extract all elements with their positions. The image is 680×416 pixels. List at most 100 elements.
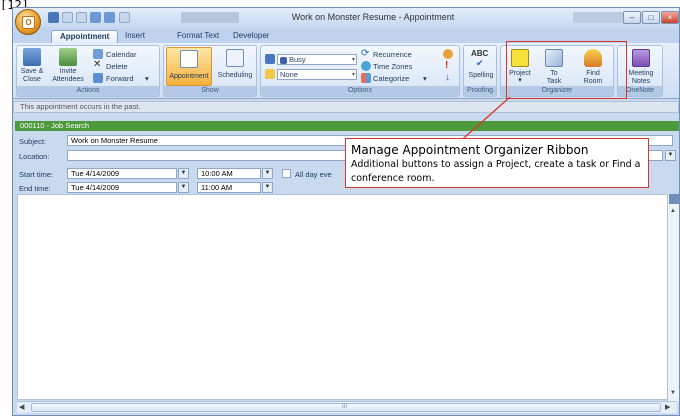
group-proofing: ABC ✔ Spelling Proofing [463, 45, 497, 97]
scheduling-button[interactable]: Scheduling [213, 47, 257, 86]
location-label: Location: [19, 152, 50, 161]
end-time-dropdown-icon[interactable]: ▼ [262, 182, 273, 193]
reminder-dropdown[interactable]: None ▾ [277, 69, 357, 80]
end-time-label: End time: [19, 184, 51, 193]
blurred-title-area [181, 12, 239, 23]
group-show: Appointment Scheduling Show [163, 45, 257, 97]
annotation-callout: Manage Appointment Organizer Ribbon Addi… [345, 138, 649, 188]
minimize-button[interactable]: – [623, 11, 641, 24]
reminder-chevron-icon: ▾ [351, 72, 355, 78]
high-importance-icon[interactable]: ! [445, 60, 448, 71]
forward-label: Forward [106, 74, 134, 83]
invite-label-2: Attendees [52, 76, 84, 83]
subject-label: Subject: [19, 137, 47, 146]
forward-button[interactable]: Forward ▾ [93, 73, 157, 84]
private-lock-icon[interactable] [443, 49, 453, 59]
busy-color-icon [280, 56, 287, 64]
group-label-actions: Actions [17, 86, 159, 96]
start-date-dropdown-icon[interactable]: ▼ [178, 168, 189, 179]
scroll-right-icon[interactable]: ▶ [665, 403, 670, 411]
notes-body[interactable] [17, 194, 673, 400]
show-as-icon [265, 54, 275, 64]
end-date-dropdown-icon[interactable]: ▼ [178, 182, 189, 193]
calendar-icon [93, 49, 103, 59]
forward-icon [93, 73, 103, 83]
appointment-icon [180, 50, 198, 68]
start-date-field[interactable]: Tue 4/14/2009 [67, 168, 177, 179]
forward-dropdown-icon: ▾ [145, 74, 149, 83]
categorize-icon [361, 73, 371, 83]
end-date-field[interactable]: Tue 4/14/2009 [67, 182, 177, 193]
scheduling-label: Scheduling [217, 72, 253, 79]
recurrence-button[interactable]: ⟳ Recurrence [361, 48, 456, 60]
close-button[interactable]: × [661, 11, 679, 24]
categorize-chevron-icon: ▾ [423, 74, 427, 83]
categorize-button[interactable]: Categorize ▾ ↓ [361, 72, 456, 84]
all-day-checkbox[interactable] [282, 169, 291, 178]
group-label-show: Show [164, 86, 256, 96]
title-bar: Work on Monster Resume - Appointment – □… [13, 8, 679, 28]
previous-item-icon[interactable] [90, 12, 101, 23]
group-label-proofing: Proofing [464, 86, 496, 96]
scrollbar-top-icon[interactable] [669, 194, 679, 204]
maximize-button[interactable]: □ [642, 11, 660, 24]
tab-appointment[interactable]: Appointment [51, 30, 119, 43]
spelling-label: Spelling [468, 72, 494, 79]
spelling-button[interactable]: ABC ✔ Spelling [466, 47, 496, 86]
reminder-value: None [280, 70, 298, 79]
scroll-thumb[interactable]: III [31, 403, 661, 412]
start-time-field[interactable]: 10:00 AM [197, 168, 261, 179]
callout-text: Additional buttons to assign a Project, … [351, 159, 641, 184]
show-as-value: Busy [289, 55, 306, 64]
scroll-up-icon[interactable]: ▲ [670, 208, 676, 214]
tab-developer[interactable]: Developer [225, 30, 277, 43]
show-as-dropdown[interactable]: Busy ▾ [277, 54, 357, 65]
info-bar: This appointment occurs in the past. [13, 101, 679, 113]
group-label-options: Options [261, 86, 459, 96]
all-day-label: All day eve [295, 170, 332, 179]
undo-icon[interactable] [62, 12, 73, 23]
office-logo-icon: O [22, 16, 35, 29]
save-close-button[interactable]: Save & Close [19, 48, 45, 86]
show-as-chevron-icon: ▾ [351, 57, 355, 63]
location-dropdown-icon[interactable]: ▼ [665, 150, 676, 161]
group-options: Busy ▾ None ▾ ⟳ Recurrence Time Zones ! … [260, 45, 460, 97]
scheduling-icon [226, 49, 244, 67]
end-time-field[interactable]: 11:00 AM [197, 182, 261, 193]
scroll-down-icon[interactable]: ▼ [670, 390, 676, 396]
start-time-label: Start time: [19, 170, 54, 179]
delete-button[interactable]: ✕ Delete [93, 59, 157, 72]
redo-icon[interactable] [76, 12, 87, 23]
office-button[interactable]: O [15, 9, 41, 35]
onenote-icon [632, 49, 650, 67]
scroll-left-icon[interactable]: ◀ [19, 403, 24, 411]
invite-attendees-button[interactable]: Invite Attendees [47, 48, 89, 86]
tab-format-text[interactable]: Format Text [169, 30, 227, 43]
organizer-highlight-box [506, 41, 627, 99]
time-zones-button[interactable]: Time Zones ! [361, 60, 456, 72]
appointment-view-button[interactable]: Appointment [166, 47, 212, 86]
category-bar: 000110 - Job Search [15, 121, 679, 131]
reminder-icon [265, 69, 275, 79]
vertical-scrollbar[interactable]: ▲ ▼ [667, 194, 679, 402]
calendar-label: Calendar [106, 50, 137, 59]
horizontal-scrollbar[interactable]: ◀ III ▶ [17, 401, 677, 413]
calendar-button[interactable]: Calendar [93, 49, 157, 60]
customize-toolbar-icon[interactable] [119, 12, 130, 23]
low-importance-icon[interactable]: ↓ [445, 72, 450, 83]
invite-attendees-icon [59, 48, 77, 66]
appointment-view-label: Appointment [169, 73, 209, 80]
save-close-icon [23, 48, 41, 66]
spelling-icon: ABC [471, 49, 489, 58]
categorize-label: Categorize [373, 74, 410, 83]
tab-insert[interactable]: Insert [117, 30, 153, 43]
spelling-check-icon: ✔ [476, 58, 484, 68]
save-icon[interactable] [48, 12, 59, 23]
save-close-label-2: Close [23, 76, 41, 83]
delete-label: Delete [106, 62, 128, 71]
scroll-grip: III [342, 404, 348, 410]
next-item-icon[interactable] [104, 12, 115, 23]
appointment-window: Work on Monster Resume - Appointment – □… [12, 7, 680, 416]
start-time-dropdown-icon[interactable]: ▼ [262, 168, 273, 179]
time-zones-label: Time Zones [373, 62, 413, 71]
